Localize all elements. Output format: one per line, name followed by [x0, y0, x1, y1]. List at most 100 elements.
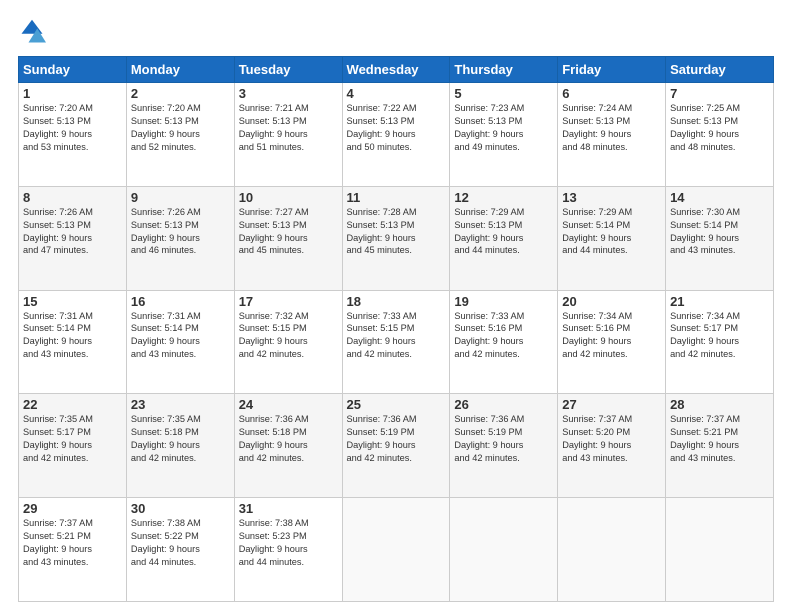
day-info: Sunrise: 7:21 AM Sunset: 5:13 PM Dayligh… [239, 102, 338, 154]
calendar-cell: 18Sunrise: 7:33 AM Sunset: 5:15 PM Dayli… [342, 290, 450, 394]
day-info: Sunrise: 7:37 AM Sunset: 5:21 PM Dayligh… [23, 517, 122, 569]
calendar-cell: 2Sunrise: 7:20 AM Sunset: 5:13 PM Daylig… [126, 83, 234, 187]
day-info: Sunrise: 7:23 AM Sunset: 5:13 PM Dayligh… [454, 102, 553, 154]
day-number: 21 [670, 294, 769, 309]
calendar-cell: 31Sunrise: 7:38 AM Sunset: 5:23 PM Dayli… [234, 498, 342, 602]
day-info: Sunrise: 7:34 AM Sunset: 5:16 PM Dayligh… [562, 310, 661, 362]
calendar-cell: 30Sunrise: 7:38 AM Sunset: 5:22 PM Dayli… [126, 498, 234, 602]
calendar-cell: 5Sunrise: 7:23 AM Sunset: 5:13 PM Daylig… [450, 83, 558, 187]
calendar-cell: 10Sunrise: 7:27 AM Sunset: 5:13 PM Dayli… [234, 186, 342, 290]
calendar-cell: 29Sunrise: 7:37 AM Sunset: 5:21 PM Dayli… [19, 498, 127, 602]
day-number: 14 [670, 190, 769, 205]
weekday-header-sunday: Sunday [19, 57, 127, 83]
day-number: 19 [454, 294, 553, 309]
calendar-cell: 24Sunrise: 7:36 AM Sunset: 5:18 PM Dayli… [234, 394, 342, 498]
day-info: Sunrise: 7:36 AM Sunset: 5:19 PM Dayligh… [347, 413, 446, 465]
day-info: Sunrise: 7:31 AM Sunset: 5:14 PM Dayligh… [23, 310, 122, 362]
calendar-cell: 19Sunrise: 7:33 AM Sunset: 5:16 PM Dayli… [450, 290, 558, 394]
day-number: 16 [131, 294, 230, 309]
day-info: Sunrise: 7:31 AM Sunset: 5:14 PM Dayligh… [131, 310, 230, 362]
day-number: 24 [239, 397, 338, 412]
day-number: 28 [670, 397, 769, 412]
weekday-header-monday: Monday [126, 57, 234, 83]
page: SundayMondayTuesdayWednesdayThursdayFrid… [0, 0, 792, 612]
calendar-cell: 23Sunrise: 7:35 AM Sunset: 5:18 PM Dayli… [126, 394, 234, 498]
day-info: Sunrise: 7:35 AM Sunset: 5:18 PM Dayligh… [131, 413, 230, 465]
calendar-cell: 28Sunrise: 7:37 AM Sunset: 5:21 PM Dayli… [666, 394, 774, 498]
calendar-week-5: 29Sunrise: 7:37 AM Sunset: 5:21 PM Dayli… [19, 498, 774, 602]
calendar-cell: 21Sunrise: 7:34 AM Sunset: 5:17 PM Dayli… [666, 290, 774, 394]
calendar-cell: 1Sunrise: 7:20 AM Sunset: 5:13 PM Daylig… [19, 83, 127, 187]
weekday-header-thursday: Thursday [450, 57, 558, 83]
calendar-cell: 6Sunrise: 7:24 AM Sunset: 5:13 PM Daylig… [558, 83, 666, 187]
weekday-header-tuesday: Tuesday [234, 57, 342, 83]
day-info: Sunrise: 7:33 AM Sunset: 5:16 PM Dayligh… [454, 310, 553, 362]
calendar-cell: 4Sunrise: 7:22 AM Sunset: 5:13 PM Daylig… [342, 83, 450, 187]
day-number: 26 [454, 397, 553, 412]
calendar-cell [450, 498, 558, 602]
logo [18, 18, 50, 46]
day-number: 15 [23, 294, 122, 309]
calendar-week-4: 22Sunrise: 7:35 AM Sunset: 5:17 PM Dayli… [19, 394, 774, 498]
weekday-header-friday: Friday [558, 57, 666, 83]
day-info: Sunrise: 7:37 AM Sunset: 5:20 PM Dayligh… [562, 413, 661, 465]
day-info: Sunrise: 7:26 AM Sunset: 5:13 PM Dayligh… [23, 206, 122, 258]
calendar-cell: 11Sunrise: 7:28 AM Sunset: 5:13 PM Dayli… [342, 186, 450, 290]
day-info: Sunrise: 7:30 AM Sunset: 5:14 PM Dayligh… [670, 206, 769, 258]
day-number: 5 [454, 86, 553, 101]
day-number: 13 [562, 190, 661, 205]
day-info: Sunrise: 7:34 AM Sunset: 5:17 PM Dayligh… [670, 310, 769, 362]
day-number: 12 [454, 190, 553, 205]
logo-icon [18, 18, 46, 46]
calendar-week-1: 1Sunrise: 7:20 AM Sunset: 5:13 PM Daylig… [19, 83, 774, 187]
calendar-cell: 13Sunrise: 7:29 AM Sunset: 5:14 PM Dayli… [558, 186, 666, 290]
calendar-cell: 17Sunrise: 7:32 AM Sunset: 5:15 PM Dayli… [234, 290, 342, 394]
day-number: 4 [347, 86, 446, 101]
day-number: 27 [562, 397, 661, 412]
day-number: 7 [670, 86, 769, 101]
calendar-cell: 22Sunrise: 7:35 AM Sunset: 5:17 PM Dayli… [19, 394, 127, 498]
day-info: Sunrise: 7:38 AM Sunset: 5:23 PM Dayligh… [239, 517, 338, 569]
day-number: 1 [23, 86, 122, 101]
calendar-cell: 9Sunrise: 7:26 AM Sunset: 5:13 PM Daylig… [126, 186, 234, 290]
calendar-cell: 20Sunrise: 7:34 AM Sunset: 5:16 PM Dayli… [558, 290, 666, 394]
calendar-cell: 16Sunrise: 7:31 AM Sunset: 5:14 PM Dayli… [126, 290, 234, 394]
calendar-cell: 14Sunrise: 7:30 AM Sunset: 5:14 PM Dayli… [666, 186, 774, 290]
day-number: 30 [131, 501, 230, 516]
weekday-header-saturday: Saturday [666, 57, 774, 83]
day-number: 18 [347, 294, 446, 309]
day-number: 3 [239, 86, 338, 101]
day-number: 31 [239, 501, 338, 516]
calendar-table: SundayMondayTuesdayWednesdayThursdayFrid… [18, 56, 774, 602]
header [18, 18, 774, 46]
calendar-week-2: 8Sunrise: 7:26 AM Sunset: 5:13 PM Daylig… [19, 186, 774, 290]
day-number: 2 [131, 86, 230, 101]
day-info: Sunrise: 7:37 AM Sunset: 5:21 PM Dayligh… [670, 413, 769, 465]
calendar-cell: 15Sunrise: 7:31 AM Sunset: 5:14 PM Dayli… [19, 290, 127, 394]
day-info: Sunrise: 7:36 AM Sunset: 5:19 PM Dayligh… [454, 413, 553, 465]
calendar-cell: 3Sunrise: 7:21 AM Sunset: 5:13 PM Daylig… [234, 83, 342, 187]
weekday-header-wednesday: Wednesday [342, 57, 450, 83]
day-info: Sunrise: 7:35 AM Sunset: 5:17 PM Dayligh… [23, 413, 122, 465]
day-number: 25 [347, 397, 446, 412]
day-info: Sunrise: 7:29 AM Sunset: 5:13 PM Dayligh… [454, 206, 553, 258]
day-info: Sunrise: 7:36 AM Sunset: 5:18 PM Dayligh… [239, 413, 338, 465]
day-number: 11 [347, 190, 446, 205]
day-number: 9 [131, 190, 230, 205]
day-info: Sunrise: 7:33 AM Sunset: 5:15 PM Dayligh… [347, 310, 446, 362]
day-number: 8 [23, 190, 122, 205]
calendar-cell: 26Sunrise: 7:36 AM Sunset: 5:19 PM Dayli… [450, 394, 558, 498]
day-info: Sunrise: 7:38 AM Sunset: 5:22 PM Dayligh… [131, 517, 230, 569]
day-info: Sunrise: 7:27 AM Sunset: 5:13 PM Dayligh… [239, 206, 338, 258]
calendar-cell [558, 498, 666, 602]
day-number: 20 [562, 294, 661, 309]
calendar-week-3: 15Sunrise: 7:31 AM Sunset: 5:14 PM Dayli… [19, 290, 774, 394]
calendar-cell: 25Sunrise: 7:36 AM Sunset: 5:19 PM Dayli… [342, 394, 450, 498]
day-number: 6 [562, 86, 661, 101]
calendar-cell [342, 498, 450, 602]
day-info: Sunrise: 7:20 AM Sunset: 5:13 PM Dayligh… [23, 102, 122, 154]
calendar-cell [666, 498, 774, 602]
day-info: Sunrise: 7:20 AM Sunset: 5:13 PM Dayligh… [131, 102, 230, 154]
day-info: Sunrise: 7:26 AM Sunset: 5:13 PM Dayligh… [131, 206, 230, 258]
day-info: Sunrise: 7:32 AM Sunset: 5:15 PM Dayligh… [239, 310, 338, 362]
